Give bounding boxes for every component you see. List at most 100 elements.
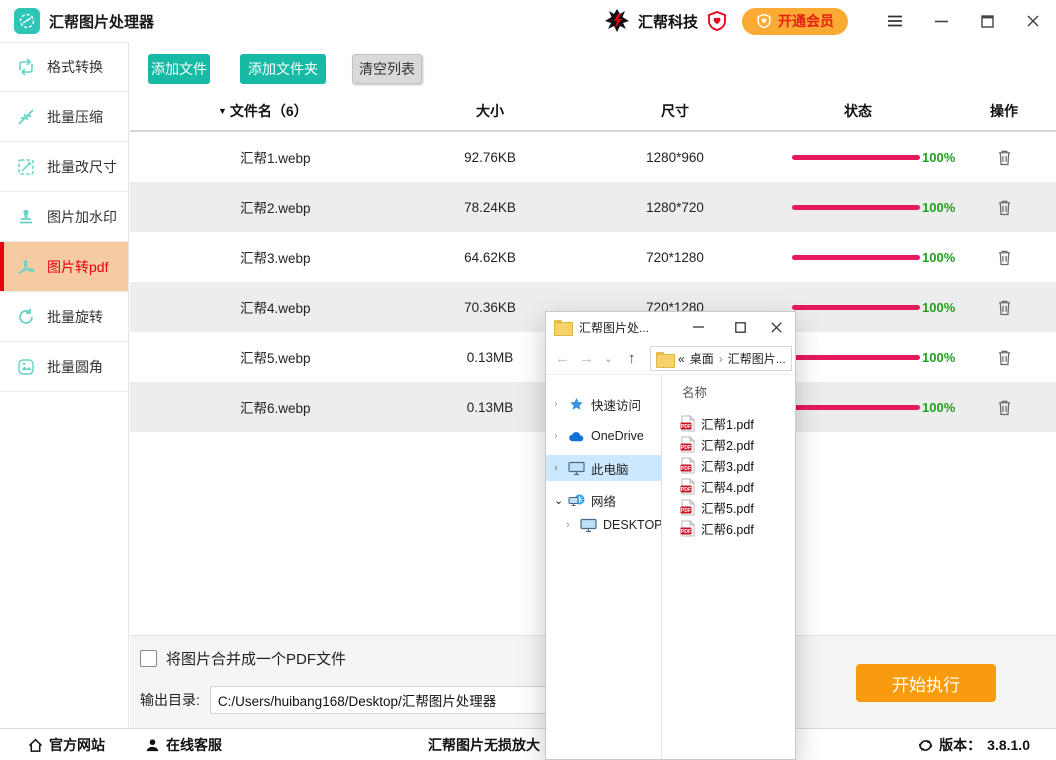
pdf-file-icon: PDF	[680, 499, 695, 516]
sidebar-item-batch-compress[interactable]: 批量压缩	[0, 92, 128, 142]
add-file-button[interactable]: 添加文件	[148, 54, 210, 84]
column-header-status[interactable]: 状态	[768, 90, 948, 132]
chevron-right-icon[interactable]: ›	[554, 430, 564, 442]
sidebar-item-batch-resize[interactable]: 批量改尺寸	[0, 142, 128, 192]
explorer-maximize-button[interactable]	[723, 312, 757, 342]
explorer-body: › 快速访问 › OneDrive › 此电脑 ⌄ 网络 › DESKTOP 名…	[546, 375, 795, 759]
file-toolbar: 添加文件 添加文件夹 清空列表	[130, 42, 1056, 90]
column-header-size[interactable]: 大小	[400, 90, 580, 132]
svg-text:PDF: PDF	[681, 424, 691, 430]
merge-pdf-checkbox[interactable]	[140, 650, 157, 667]
progress-percent: 100%	[922, 199, 956, 215]
chevron-right-icon[interactable]: ›	[554, 398, 564, 410]
sidebar-item-format-convert[interactable]: 格式转换	[0, 42, 128, 92]
recent-dropdown-icon[interactable]: ⌄	[604, 342, 613, 375]
chevron-right-icon[interactable]: ›	[566, 519, 576, 531]
column-header-dimension[interactable]: 尺寸	[585, 90, 765, 132]
breadcrumb-desktop[interactable]: 桌面	[690, 350, 714, 367]
up-icon[interactable]: ↑	[628, 342, 636, 375]
sidebar-item-round-corner[interactable]: 批量圆角	[0, 342, 128, 392]
file-dimension: 1280*960	[646, 149, 704, 165]
explorer-nav-pane: › 快速访问 › OneDrive › 此电脑 ⌄ 网络 › DESKTOP	[546, 375, 662, 759]
pdf-file-icon: PDF	[680, 436, 695, 453]
vip-shield-icon	[757, 13, 771, 29]
explorer-toolbar: ← → ⌄ ↑ « 桌面 › 汇帮图片...	[546, 342, 795, 375]
official-site-link[interactable]: 官方网站	[28, 729, 105, 760]
explorer-minimize-button[interactable]	[681, 312, 715, 342]
start-button[interactable]: 开始执行	[856, 664, 996, 702]
file-list-item[interactable]: PDF 汇帮5.pdf	[680, 497, 754, 518]
delete-row-button[interactable]	[988, 282, 1020, 332]
pdf-file-icon: PDF	[680, 457, 695, 474]
batch-resize-icon	[16, 157, 36, 177]
footer-promo-text[interactable]: 汇帮图片无损放大	[428, 729, 540, 760]
sidebar-item-watermark[interactable]: 图片加水印	[0, 192, 128, 242]
file-list-item[interactable]: PDF 汇帮6.pdf	[680, 518, 754, 539]
update-icon[interactable]	[918, 738, 933, 753]
format-convert-icon	[16, 57, 36, 77]
file-list-item[interactable]: PDF 汇帮2.pdf	[680, 434, 754, 455]
nav-item-onedrive[interactable]: › OneDrive	[546, 423, 661, 449]
chevron-right-icon[interactable]: ›	[554, 462, 564, 474]
delete-row-button[interactable]	[988, 332, 1020, 382]
minimize-button[interactable]	[918, 0, 964, 42]
progress-percent: 100%	[922, 399, 956, 415]
table-row: 汇帮2.webp 78.24KB 1280*720 100%	[130, 182, 1056, 232]
explorer-window: 汇帮图片处... ← → ⌄ ↑ « 桌面 › 汇帮图片... › 快速访问 ›…	[545, 311, 796, 760]
nav-item-desktop-pc[interactable]: › DESKTOP-7	[546, 512, 661, 538]
delete-row-button[interactable]	[988, 232, 1020, 282]
network-icon	[568, 494, 585, 506]
explorer-close-button[interactable]	[759, 312, 793, 342]
close-button[interactable]	[1010, 0, 1056, 42]
output-dir-label: 输出目录:	[140, 692, 200, 708]
sidebar-item-label: 批量压缩	[47, 108, 103, 125]
delete-row-button[interactable]	[988, 132, 1020, 182]
add-folder-button[interactable]: 添加文件夹	[240, 54, 326, 84]
sidebar-item-label: 批量改尺寸	[47, 158, 117, 175]
progress-percent: 100%	[922, 299, 956, 315]
nav-item-quick-access[interactable]: › 快速访问	[546, 391, 661, 417]
file-list-header-name[interactable]: 名称	[682, 382, 707, 401]
breadcrumb-current-folder[interactable]: 汇帮图片...	[728, 350, 786, 367]
sidebar-item-label: 图片转pdf	[47, 258, 109, 275]
column-header-filename[interactable]: ▼ 文件名（6）	[218, 90, 308, 132]
address-bar[interactable]: « 桌面 › 汇帮图片...	[650, 346, 792, 371]
file-size: 92.76KB	[464, 149, 516, 165]
column-header-action[interactable]: 操作	[954, 90, 1054, 132]
file-list-item[interactable]: PDF 汇帮4.pdf	[680, 476, 754, 497]
back-icon[interactable]: ←	[555, 342, 570, 375]
brand-logo-icon	[604, 9, 629, 32]
watermark-icon	[16, 207, 36, 227]
forward-icon[interactable]: →	[579, 342, 594, 375]
svg-text:PDF: PDF	[681, 466, 691, 472]
maximize-button[interactable]	[964, 0, 1010, 42]
clear-list-button[interactable]: 清空列表	[352, 54, 422, 84]
file-name: 汇帮1.webp	[240, 151, 311, 166]
sidebar-item-batch-rotate[interactable]: 批量旋转	[0, 292, 128, 342]
brand-name: 汇帮科技	[637, 13, 698, 31]
sidebar-item-image-to-pdf[interactable]: 图片转pdf	[0, 242, 128, 292]
file-name: 汇帮2.webp	[240, 201, 311, 216]
progress-cell: 100%	[792, 282, 955, 332]
progress-bar	[792, 304, 920, 310]
sidebar-item-label: 图片加水印	[47, 208, 117, 225]
sidebar: 格式转换 批量压缩 批量改尺寸 图片加水印 图片转pdf 批量旋转 批量圆角	[0, 42, 129, 728]
nav-item-network[interactable]: ⌄ 网络	[546, 487, 661, 513]
file-name: 汇帮5.webp	[240, 351, 311, 366]
menu-button[interactable]	[872, 0, 918, 42]
file-list-item[interactable]: PDF 汇帮3.pdf	[680, 455, 754, 476]
chevron-down-icon[interactable]: ⌄	[554, 494, 564, 507]
pdf-file-icon: PDF	[680, 520, 695, 537]
breadcrumb-overflow-chevron[interactable]: «	[678, 352, 685, 366]
delete-row-button[interactable]	[988, 382, 1020, 432]
file-list-item[interactable]: PDF 汇帮1.pdf	[680, 413, 754, 434]
open-vip-button[interactable]: 开通会员	[742, 7, 848, 35]
progress-bar	[792, 254, 920, 260]
online-service-link[interactable]: 在线客服	[145, 729, 222, 760]
nav-item-this-pc[interactable]: › 此电脑	[546, 455, 661, 481]
quick-access-star-icon	[570, 397, 583, 410]
delete-row-button[interactable]	[988, 182, 1020, 232]
sidebar-item-label: 批量旋转	[47, 308, 103, 325]
batch-rotate-icon	[16, 307, 36, 327]
footer-bar: 官方网站 在线客服 汇帮图片无损放大 版本： 3.8.1.0	[0, 728, 1056, 760]
